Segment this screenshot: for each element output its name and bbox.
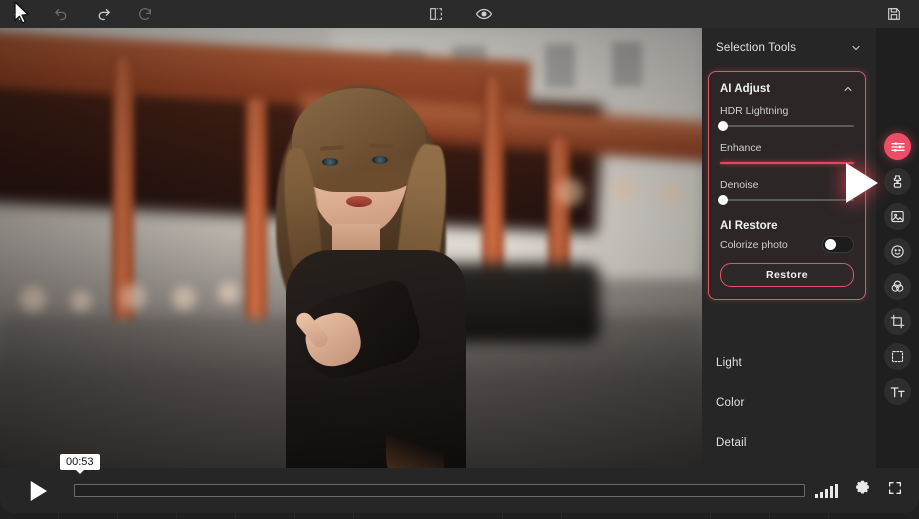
color-circles-icon[interactable]	[884, 273, 911, 300]
chevron-up-icon[interactable]	[842, 83, 854, 95]
colorize-photo-toggle[interactable]	[822, 236, 854, 253]
seek-bar-wrap: 00:53	[74, 484, 815, 497]
play-button[interactable]	[0, 468, 74, 513]
panel-section-color[interactable]: Color	[702, 383, 904, 423]
preview-eye-icon[interactable]	[473, 3, 495, 25]
adjust-sliders-icon[interactable]	[884, 133, 911, 160]
panel-section-label: Color	[716, 397, 744, 409]
colorize-photo-label: Colorize photo	[720, 239, 788, 251]
chevron-down-icon[interactable]	[850, 42, 862, 54]
fullscreen-icon[interactable]	[887, 480, 903, 501]
save-icon[interactable]	[883, 3, 905, 25]
top-toolbar	[0, 0, 919, 28]
tool-rail	[876, 28, 919, 513]
edited-photo	[0, 28, 702, 468]
slider-enhance: Enhance	[709, 138, 865, 164]
editor-window: Selection Tools AI Adjust HDR Lightning	[0, 0, 919, 513]
slider-track[interactable]	[720, 199, 854, 201]
panel-section-detail[interactable]: Detail	[702, 423, 904, 463]
slider-denoise: Denoise	[709, 175, 865, 201]
slider-track[interactable]	[720, 125, 854, 127]
select-frame-icon[interactable]	[884, 343, 911, 370]
restore-button[interactable]: Restore	[720, 263, 854, 287]
mouse-cursor	[14, 1, 32, 30]
redo-icon[interactable]	[92, 3, 114, 25]
reset-icon[interactable]	[134, 3, 156, 25]
slider-track[interactable]	[720, 162, 854, 164]
panel-section-label: Light	[716, 357, 742, 369]
panel-section-selection-tools[interactable]: Selection Tools	[702, 28, 876, 68]
undo-icon[interactable]	[50, 3, 72, 25]
slider-label: HDR Lightning	[720, 105, 854, 117]
ai-adjust-header[interactable]: AI Adjust	[709, 72, 865, 101]
panel-section-light[interactable]: Light	[702, 343, 904, 383]
image-icon[interactable]	[884, 203, 911, 230]
slider-knob[interactable]	[718, 121, 728, 131]
photo-canvas[interactable]	[0, 28, 702, 468]
compare-split-icon[interactable]	[425, 3, 447, 25]
slider-label: Enhance	[720, 142, 854, 154]
slider-knob[interactable]	[718, 195, 728, 205]
slider-label: Denoise	[720, 179, 854, 191]
ai-adjust-card: AI Adjust HDR Lightning Enhance	[708, 71, 866, 300]
player-bar: 00:53	[0, 468, 919, 513]
volume-icon[interactable]	[815, 484, 838, 498]
text-icon[interactable]	[884, 378, 911, 405]
toolbar-right-group	[883, 0, 905, 28]
slider-hdr-lightning: HDR Lightning	[709, 101, 865, 127]
ai-restore-title: AI Restore	[709, 212, 865, 234]
app-window: 11	[0, 0, 919, 519]
slider-fill	[720, 162, 854, 164]
panel-section-label: Detail	[716, 437, 747, 449]
ai-adjust-title: AI Adjust	[720, 83, 770, 95]
player-controls	[815, 480, 919, 502]
crop-icon[interactable]	[884, 308, 911, 335]
time-tooltip: 00:53	[60, 454, 100, 470]
smiley-icon[interactable]	[884, 238, 911, 265]
settings-gear-icon[interactable]	[854, 480, 871, 502]
panel-section-label: Selection Tools	[716, 42, 796, 54]
seek-bar[interactable]	[74, 484, 805, 497]
stamp-icon[interactable]	[884, 168, 911, 195]
settings-panel: Selection Tools AI Adjust HDR Lightning	[702, 28, 876, 468]
triangle-cursor	[846, 163, 878, 203]
colorize-photo-row: Colorize photo	[709, 234, 865, 263]
